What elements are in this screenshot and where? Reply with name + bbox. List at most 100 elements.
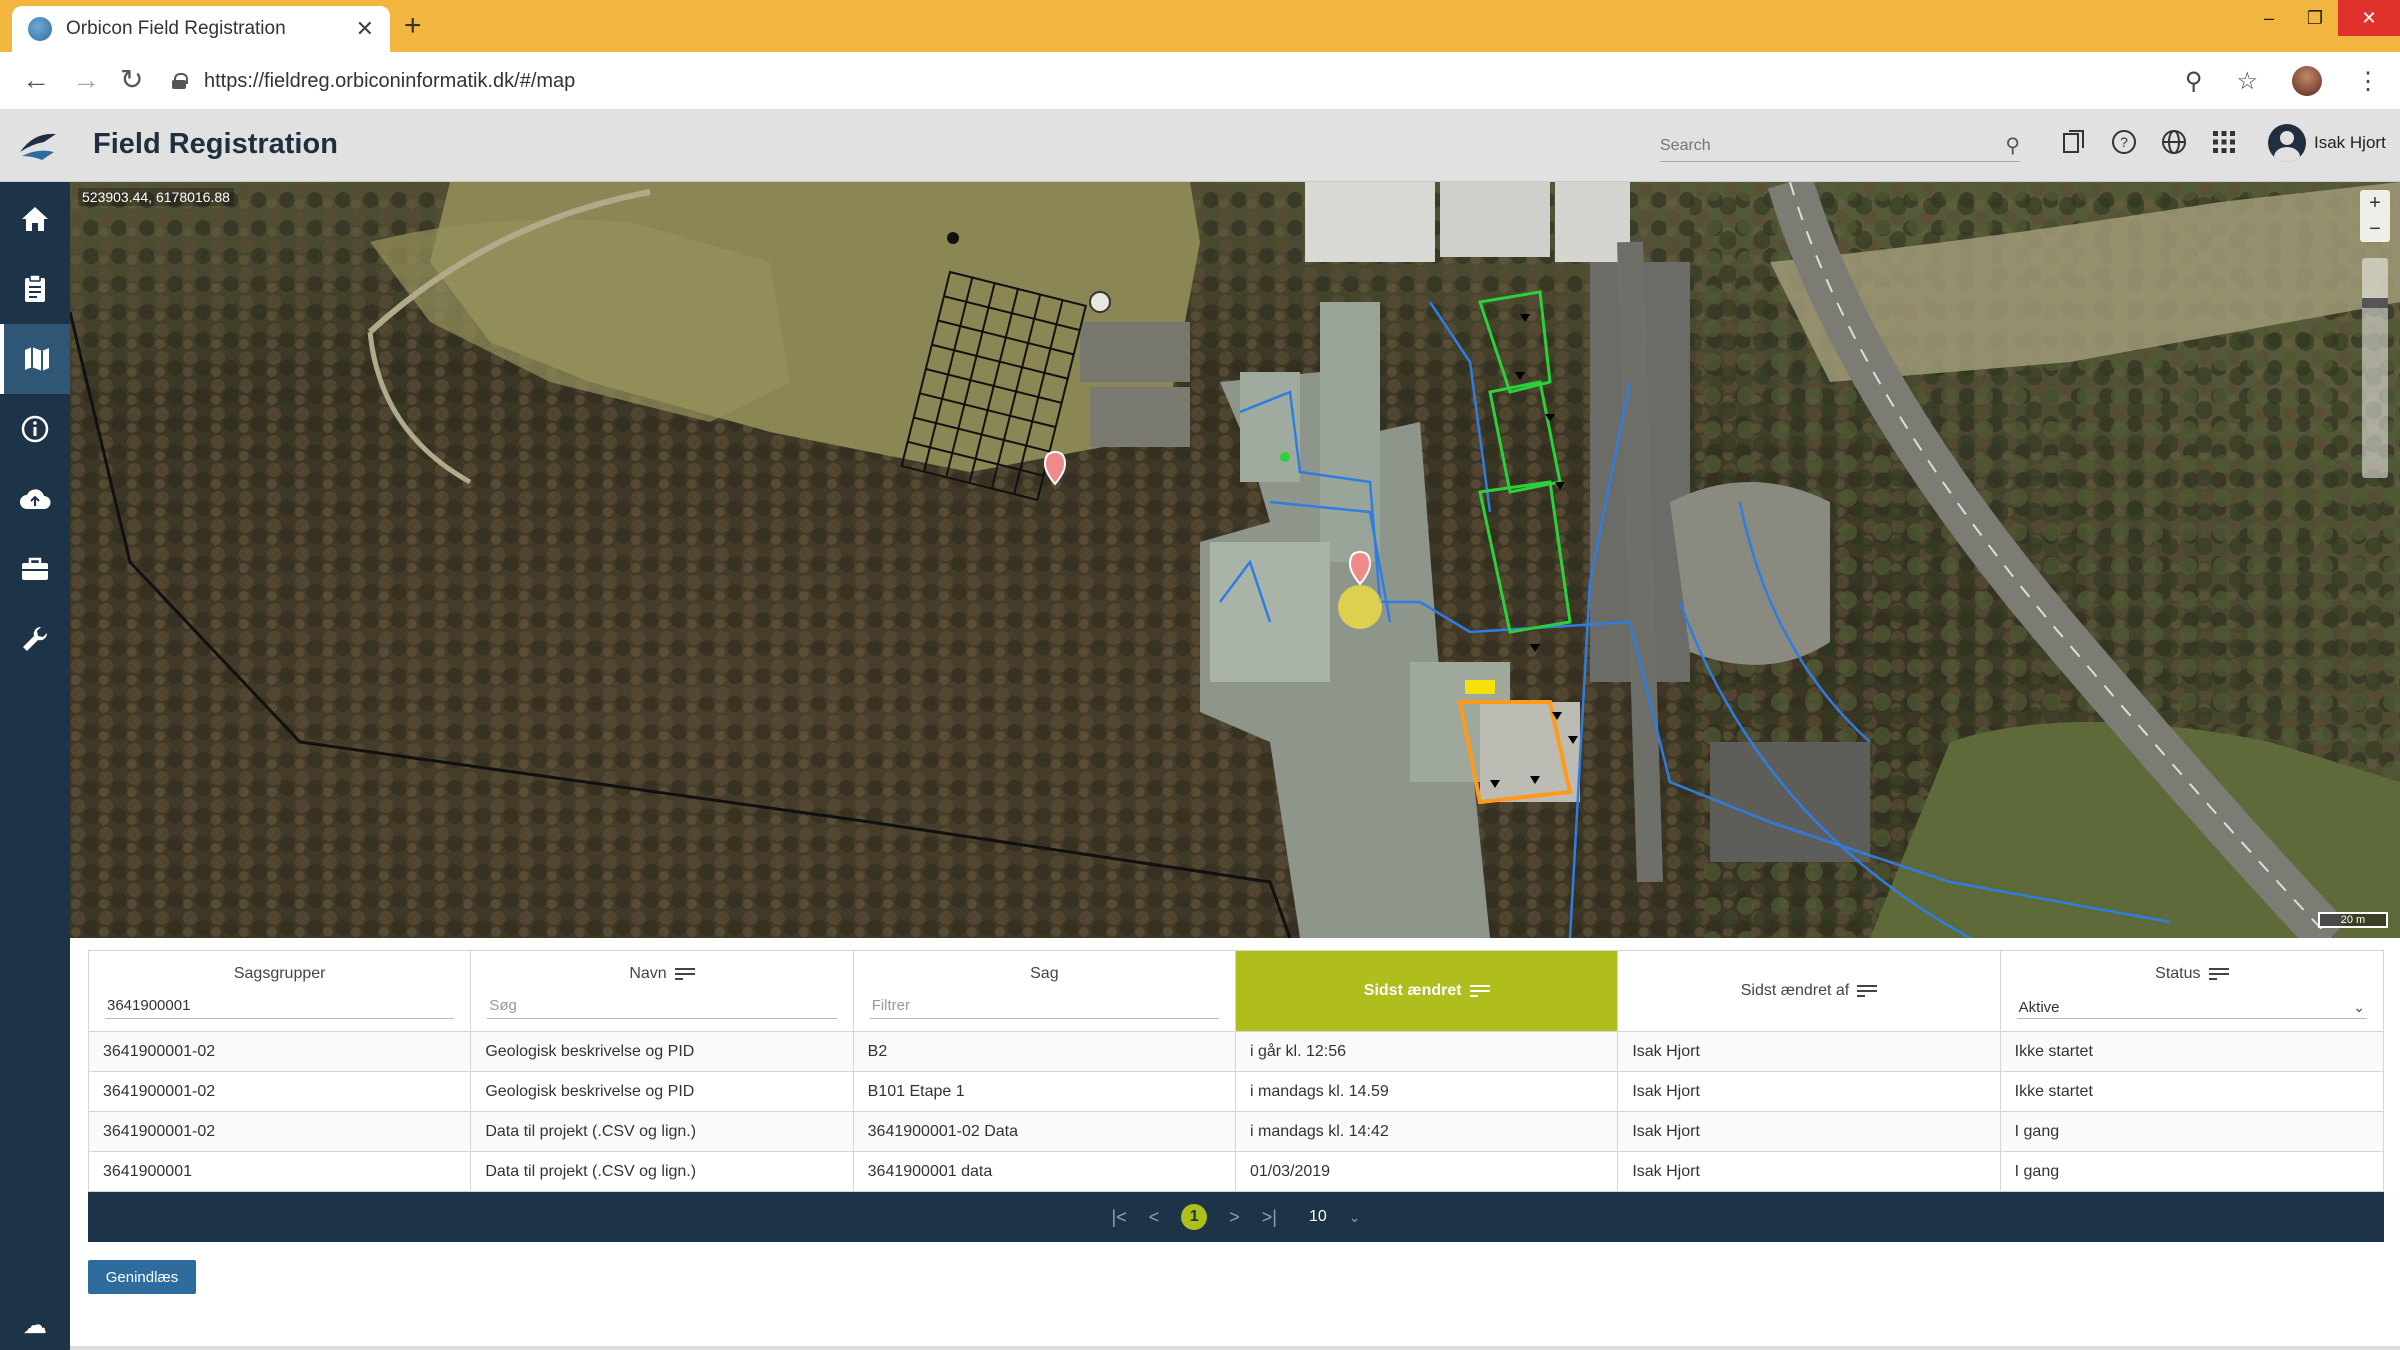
info-icon: [21, 415, 49, 443]
status-label: Status: [2155, 965, 2201, 982]
sidebar-footer: ☁: [8, 1311, 62, 1340]
briefcase-icon: [22, 557, 48, 580]
profile-avatar[interactable]: [2292, 66, 2322, 96]
orbicon-logo-icon[interactable]: [14, 122, 62, 170]
cell-sidst-aendret-af: Isak Hjort: [1618, 1152, 2001, 1191]
zoom-slider[interactable]: [2362, 258, 2388, 478]
cell-sag: 3641900001-02 Data: [854, 1112, 1236, 1151]
minimize-button[interactable]: –: [2246, 0, 2292, 36]
column-sagsgrupper: Sagsgrupper 3641900001: [89, 951, 472, 1031]
cell-status: Ikke startet: [2014, 1043, 2093, 1060]
sort-icon[interactable]: [2208, 967, 2229, 981]
chevron-down-icon: ⌄: [1348, 1208, 1361, 1225]
sidst-aendret-af-label: Sidst ændret af: [1740, 982, 1850, 999]
search-input[interactable]: [1660, 136, 2006, 155]
zoom-icon[interactable]: ⚲: [2185, 67, 2203, 96]
column-sidst-aendret[interactable]: Sidst ændret: [1236, 951, 1619, 1031]
cell-status: I gang: [2014, 1163, 2060, 1180]
back-arrow-icon[interactable]: ←: [22, 64, 50, 96]
sort-icon[interactable]: [1857, 984, 1878, 998]
cell-navn: Data til projekt (.CSV og lign.): [471, 1152, 854, 1191]
column-header-label: Sidst ændret af: [1741, 982, 1878, 1000]
forward-arrow-icon[interactable]: →: [72, 64, 100, 96]
cell-sidst-aendret-af: Isak Hjort: [1618, 1072, 2001, 1111]
table-row[interactable]: 3641900001-02 Geologisk beskrivelse og P…: [88, 1072, 2384, 1112]
sag-filter-input[interactable]: Filtrer: [869, 993, 1220, 1019]
sidebar-item-clipboard[interactable]: [0, 254, 70, 324]
sidebar-item-home[interactable]: [0, 184, 70, 254]
first-page-button[interactable]: |<: [1112, 1207, 1127, 1228]
sidebar-item-cloud[interactable]: [0, 464, 70, 534]
url-field[interactable]: https://fieldreg.orbiconinformatik.dk/#/…: [172, 61, 2212, 101]
new-tab-button[interactable]: +: [404, 10, 422, 42]
cell-sagsgruppe: 3641900001-02: [89, 1032, 472, 1071]
address-bar-actions: ⚲ ☆ ⋮: [2185, 66, 2380, 96]
next-page-button[interactable]: >: [1229, 1207, 1240, 1228]
maximize-button[interactable]: ❐: [2292, 0, 2338, 36]
cell-navn: Geologisk beskrivelse og PID: [471, 1032, 854, 1071]
app-header: Field Registration ⚲ ? Isak Hjort: [0, 110, 2400, 182]
aerial-map-canvas[interactable]: [70, 182, 2400, 938]
search-box: ⚲: [1660, 130, 2020, 162]
page-bottom-divider: [70, 1346, 2400, 1350]
sort-icon[interactable]: [1469, 984, 1490, 998]
orbicon-favicon-icon: [28, 17, 52, 41]
table-row[interactable]: 3641900001-02 Data til projekt (.CSV og …: [88, 1112, 2384, 1152]
tab-title: Orbicon Field Registration: [66, 18, 286, 39]
table-row[interactable]: 3641900001 Data til projekt (.CSV og lig…: [88, 1152, 2384, 1192]
column-header-label: Sagsgrupper: [233, 965, 326, 982]
help-icon[interactable]: ?: [2110, 128, 2138, 156]
cell-sagsgruppe: 3641900001-02: [89, 1072, 472, 1111]
globe-icon[interactable]: [2160, 128, 2188, 156]
current-page-button[interactable]: 1: [1181, 1204, 1208, 1230]
browser-tab[interactable]: Orbicon Field Registration ✕: [12, 6, 390, 52]
cell-sagsgruppe: 3641900001: [89, 1152, 472, 1191]
apps-grid-icon[interactable]: [2210, 128, 2238, 156]
user-name: Isak Hjort: [2314, 133, 2386, 152]
chevron-down-icon: ⌄: [2353, 999, 2365, 1015]
sidebar-item-map[interactable]: [0, 324, 70, 394]
cell-sidst-aendret: i går kl. 12:56: [1236, 1032, 1619, 1071]
column-status: Status Aktive ⌄: [2001, 951, 2383, 1031]
column-sidst-aendret-af[interactable]: Sidst ændret af: [1618, 951, 2001, 1031]
sort-icon[interactable]: [674, 967, 695, 981]
cell-sidst-aendret: i mandags kl. 14.59: [1236, 1072, 1619, 1111]
reload-icon[interactable]: ↻: [120, 64, 143, 96]
copy-icon[interactable]: [2060, 128, 2088, 156]
url-text: https://fieldreg.orbiconinformatik.dk/#/…: [204, 69, 576, 92]
bookmark-star-icon[interactable]: ☆: [2236, 67, 2258, 96]
search-icon[interactable]: ⚲: [2005, 133, 2020, 158]
sidebar: ☁: [0, 182, 70, 1350]
svg-text:?: ?: [2120, 134, 2128, 150]
reload-button[interactable]: Genindlæs: [88, 1260, 196, 1294]
page-size-value: 10: [1308, 1208, 1327, 1225]
map-view[interactable]: 523903.44, 6178016.88 + − 20 m: [70, 182, 2400, 938]
navn-search-input[interactable]: Søg: [487, 993, 837, 1019]
browser-menu-icon[interactable]: ⋮: [2356, 67, 2380, 96]
table-row[interactable]: 3641900001-02 Geologisk beskrivelse og P…: [88, 1032, 2384, 1072]
column-header-label: Status: [2017, 965, 2367, 983]
close-tab-icon[interactable]: ✕: [356, 16, 374, 42]
column-header-label[interactable]: Navn: [487, 965, 836, 983]
cell-status: I gang: [2014, 1123, 2060, 1140]
app-title: Field Registration: [93, 128, 338, 160]
sagsgrupper-filter-input[interactable]: 3641900001: [105, 993, 455, 1019]
zoom-in-button[interactable]: +: [2360, 190, 2390, 216]
sidebar-item-info[interactable]: [0, 394, 70, 464]
map-icon: [25, 347, 49, 371]
close-window-button[interactable]: ✕: [2338, 0, 2400, 36]
sidst-aendret-label: Sidst ændret: [1363, 982, 1462, 999]
last-page-button[interactable]: >|: [1262, 1207, 1277, 1228]
sidebar-item-briefcase[interactable]: [0, 534, 70, 604]
table-header: Sagsgrupper 3641900001 Navn Søg Sag Filt…: [88, 950, 2384, 1032]
clipboard-icon: [25, 274, 45, 302]
browser-tab-bar: Orbicon Field Registration ✕ + – ❐ ✕: [0, 0, 2400, 52]
zoom-out-button[interactable]: −: [2360, 216, 2390, 242]
zoom-slider-handle[interactable]: [2362, 298, 2388, 308]
window-controls: – ❐ ✕: [2246, 0, 2400, 36]
user-menu[interactable]: Isak Hjort: [2268, 124, 2386, 162]
status-select[interactable]: Aktive ⌄: [2016, 993, 2367, 1019]
page-size-select[interactable]: 10 ⌄: [1309, 1208, 1361, 1226]
sidebar-item-tools[interactable]: [0, 604, 70, 674]
previous-page-button[interactable]: <: [1149, 1207, 1160, 1228]
